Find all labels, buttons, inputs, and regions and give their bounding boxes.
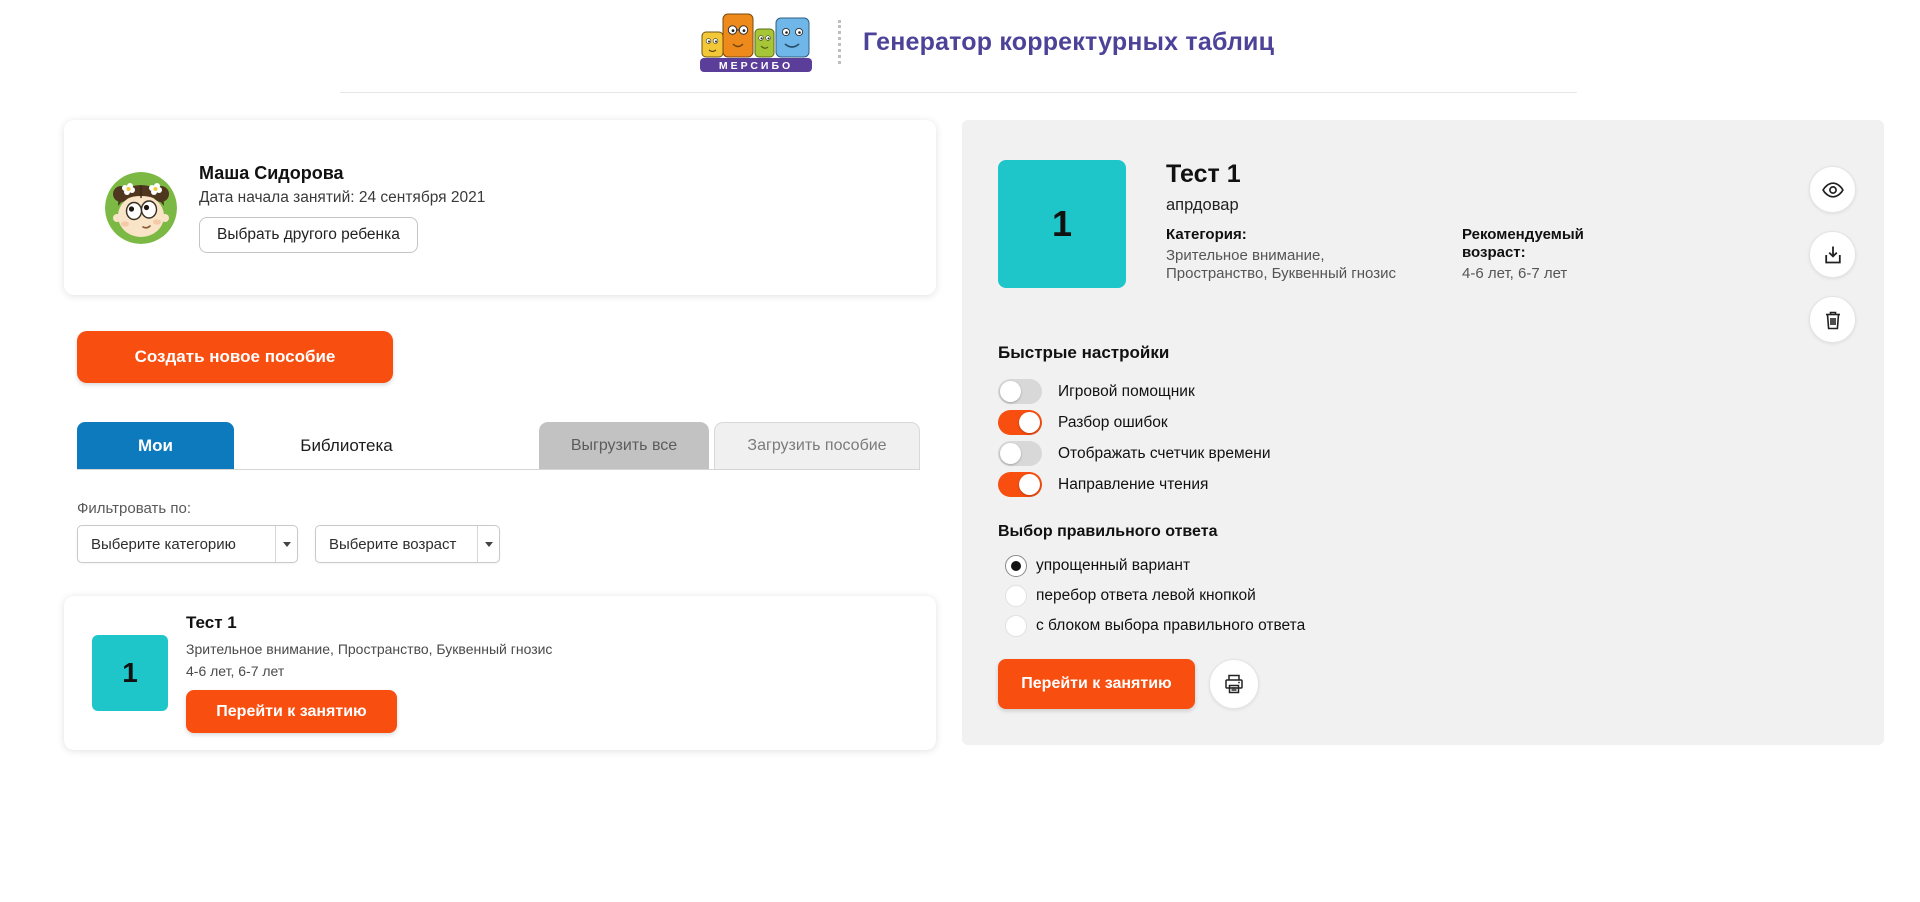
tab-my[interactable]: Мои bbox=[77, 422, 234, 469]
details-actions bbox=[1809, 166, 1856, 343]
details-info: Тест 1 апрдовар Категория: Зрительное вн… bbox=[1166, 160, 1584, 288]
header-divider bbox=[838, 20, 841, 64]
radio-label: упрощенный вариант bbox=[1036, 557, 1190, 575]
brand-text: МЕРСИБО bbox=[719, 60, 793, 72]
tab-upload-manual[interactable]: Загрузить пособие bbox=[714, 422, 920, 469]
page-title: Генератор корректурных таблиц bbox=[863, 28, 1274, 57]
left-column: Маша Сидорова Дата начала занятий: 24 се… bbox=[64, 120, 936, 750]
profile-info: Маша Сидорова Дата начала занятий: 24 се… bbox=[199, 163, 485, 253]
category-select-caret-box[interactable] bbox=[275, 526, 297, 562]
mersibo-logo-icon: МЕРСИБО bbox=[700, 12, 812, 72]
tab-library[interactable]: Библиотека bbox=[234, 422, 459, 469]
age-select-caret-box[interactable] bbox=[477, 526, 499, 562]
filter-label: Фильтровать по: bbox=[77, 500, 936, 517]
toggle-knob bbox=[1019, 412, 1040, 433]
printer-icon bbox=[1222, 672, 1246, 696]
toggle-label: Направление чтения bbox=[1058, 476, 1208, 494]
toggle-show-timer[interactable]: Отображать счетчик времени bbox=[998, 441, 1848, 466]
radio-button[interactable] bbox=[1005, 615, 1027, 637]
chevron-down-icon bbox=[485, 542, 493, 547]
test-details-panel: 1 Тест 1 апрдовар Категория: Зрительное … bbox=[962, 120, 1884, 745]
age-label-line1: Рекомендуемый bbox=[1462, 226, 1584, 244]
child-name: Маша Сидорова bbox=[199, 163, 485, 184]
eye-icon bbox=[1821, 178, 1845, 202]
open-lesson-button[interactable]: Перейти к занятию bbox=[186, 690, 397, 733]
test-title: Тест 1 bbox=[186, 613, 552, 633]
category-select[interactable]: Выберите категорию bbox=[77, 525, 298, 563]
quick-settings-list: Игровой помощник Разбор ошибок Отображат… bbox=[998, 379, 1848, 497]
category-value-line1: Зрительное внимание, bbox=[1166, 247, 1426, 265]
details-header: 1 Тест 1 апрдовар Категория: Зрительное … bbox=[998, 160, 1848, 288]
radio-simplified[interactable]: упрощенный вариант bbox=[1005, 555, 1848, 577]
age-select-value: Выберите возраст bbox=[316, 536, 477, 553]
age-value: 4-6 лет, 6-7 лет bbox=[1462, 265, 1584, 283]
filter-selects: Выберите категорию Выберите возраст bbox=[77, 525, 936, 563]
panel-actions: Перейти к занятию bbox=[998, 659, 1848, 709]
toggle-reading-direction[interactable]: Направление чтения bbox=[998, 472, 1848, 497]
radio-button[interactable] bbox=[1005, 555, 1027, 577]
toggle-error-review[interactable]: Разбор ошибок bbox=[998, 410, 1848, 435]
category-value: Зрительное внимание, Пространство, Букве… bbox=[1166, 247, 1426, 283]
toggle-knob bbox=[1019, 474, 1040, 495]
test-card-body: Тест 1 Зрительное внимание, Пространство… bbox=[186, 613, 552, 733]
details-title: Тест 1 bbox=[1166, 160, 1584, 189]
toggle-game-helper[interactable]: Игровой помощник bbox=[998, 379, 1848, 404]
preview-button[interactable] bbox=[1809, 166, 1856, 213]
age-select[interactable]: Выберите возраст bbox=[315, 525, 500, 563]
details-subtitle: апрдовар bbox=[1166, 196, 1584, 215]
radio-button[interactable] bbox=[1005, 585, 1027, 607]
toggle-knob bbox=[1000, 443, 1021, 464]
create-manual-button[interactable]: Создать новое пособие bbox=[77, 331, 393, 383]
test-categories: Зрительное внимание, Пространство, Букве… bbox=[186, 641, 552, 657]
radio-answer-block[interactable]: с блоком выбора правильного ответа bbox=[1005, 615, 1848, 637]
start-date: Дата начала занятий: 24 сентября 2021 bbox=[199, 189, 485, 207]
category-select-value: Выберите категорию bbox=[78, 536, 275, 553]
download-button[interactable] bbox=[1809, 231, 1856, 278]
category-label: Категория: bbox=[1166, 226, 1426, 244]
toggle-label: Отображать счетчик времени bbox=[1058, 445, 1271, 463]
toggle-label: Игровой помощник bbox=[1058, 383, 1195, 401]
details-number-tile: 1 bbox=[998, 160, 1126, 288]
age-label-line2: возраст: bbox=[1462, 244, 1584, 262]
radio-dot bbox=[1011, 621, 1021, 631]
answer-choice-title: Выбор правильного ответа bbox=[998, 523, 1848, 541]
age-meta: Рекомендуемый возраст: 4-6 лет, 6-7 лет bbox=[1462, 226, 1584, 283]
change-child-button[interactable]: Выбрать другого ребенка bbox=[199, 217, 418, 253]
toggle-label: Разбор ошибок bbox=[1058, 414, 1168, 432]
app-header: МЕРСИБО Генератор корректурных таблиц bbox=[700, 12, 1274, 72]
test-number-tile: 1 bbox=[92, 635, 168, 711]
tabs-bar: Мои Библиотека Выгрузить все Загрузить п… bbox=[77, 422, 920, 470]
toggle-knob bbox=[1000, 381, 1021, 402]
print-button[interactable] bbox=[1209, 659, 1259, 709]
toggle-switch[interactable] bbox=[998, 379, 1042, 404]
category-meta: Категория: Зрительное внимание, Простран… bbox=[1166, 226, 1426, 283]
quick-settings-title: Быстрые настройки bbox=[998, 343, 1848, 363]
radio-dot bbox=[1011, 591, 1021, 601]
toggle-switch[interactable] bbox=[998, 410, 1042, 435]
details-meta: Категория: Зрительное внимание, Простран… bbox=[1166, 226, 1584, 283]
child-profile-card: Маша Сидорова Дата начала занятий: 24 се… bbox=[64, 120, 936, 295]
mersibo-logo[interactable]: МЕРСИБО bbox=[700, 12, 812, 72]
radio-label: с блоком выбора правильного ответа bbox=[1036, 617, 1305, 635]
toggle-switch[interactable] bbox=[998, 472, 1042, 497]
test-ages: 4-6 лет, 6-7 лет bbox=[186, 663, 552, 679]
tab-export-all[interactable]: Выгрузить все bbox=[539, 422, 709, 469]
radio-dot bbox=[1011, 561, 1021, 571]
radio-left-click-cycle[interactable]: перебор ответа левой кнопкой bbox=[1005, 585, 1848, 607]
open-lesson-button[interactable]: Перейти к занятию bbox=[998, 659, 1195, 709]
download-icon bbox=[1821, 243, 1845, 267]
child-avatar bbox=[105, 172, 177, 244]
chevron-down-icon bbox=[283, 542, 291, 547]
toggle-switch[interactable] bbox=[998, 441, 1042, 466]
test-list-item[interactable]: 1 Тест 1 Зрительное внимание, Пространст… bbox=[64, 596, 936, 750]
trash-icon bbox=[1821, 308, 1845, 332]
delete-button[interactable] bbox=[1809, 296, 1856, 343]
header-rule bbox=[340, 92, 1577, 93]
answer-choice-list: упрощенный вариант перебор ответа левой … bbox=[998, 555, 1848, 637]
category-value-line2: Пространство, Буквенный гнозис bbox=[1166, 265, 1426, 283]
radio-label: перебор ответа левой кнопкой bbox=[1036, 587, 1256, 605]
